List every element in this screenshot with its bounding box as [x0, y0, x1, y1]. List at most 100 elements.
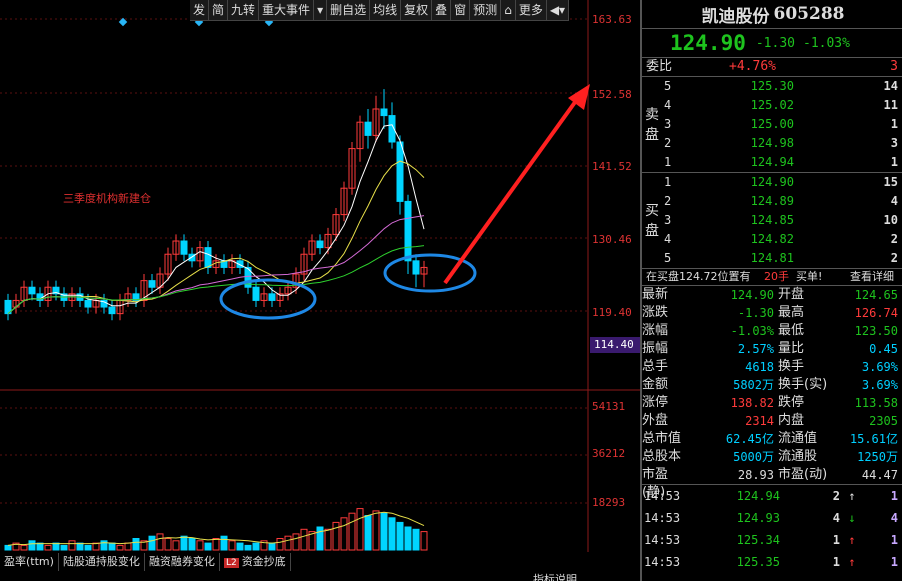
sell-level-volume: 11 [883, 98, 898, 112]
buy-level-price: 124.82 [750, 232, 794, 246]
tab-fund-bottom[interactable]: L2 资金抄底 [220, 553, 291, 571]
stats-table: 最新 124.90 开盘 124.65 涨跌 -1.30 最高 126.74 涨幅 -1.03% 最… [642, 286, 902, 500]
price-axis-label: 152.58 [592, 88, 632, 101]
buy-level-price: 124.81 [750, 251, 794, 265]
toolbar-btn-ma[interactable]: 均线 [370, 0, 402, 20]
toolbar-dropdown-icon[interactable]: ▾ [314, 0, 328, 20]
volume-bar [76, 542, 84, 551]
stat-row: 振幅 2.57% 量比 0.45 [642, 340, 902, 358]
volume-bar [404, 526, 412, 551]
toolbar-btn-fa[interactable]: 发 [190, 0, 210, 20]
stat-row: 总股本 5000万 流通股 1250万 [642, 448, 902, 466]
weibi-label: 委比 [646, 59, 673, 74]
candle-body [204, 247, 212, 268]
sell-level[interactable]: 5 125.30 14 [662, 77, 902, 96]
stat-value: 4618 [745, 360, 774, 374]
l2-badge: L2 [223, 558, 239, 568]
tab-pe-ttm[interactable]: 盈率(ttm) [0, 553, 59, 571]
tick-price: 125.35 [736, 555, 780, 569]
stat-label: 跌停 [778, 395, 805, 410]
sell-level-index: 2 [664, 136, 672, 150]
volume-bar [84, 544, 92, 551]
price-change: -1.30 [755, 35, 795, 51]
volume-bar [36, 542, 44, 551]
toolbar-btn-forecast[interactable]: 预测 [470, 0, 502, 20]
candle-body [396, 141, 404, 202]
sell-level-price: 125.02 [750, 98, 794, 112]
tab-northbound-holding[interactable]: 陆股通持股变化 [59, 553, 145, 571]
volume-axis-label: 36212 [592, 447, 626, 460]
kline-chart-area[interactable]: 发 简 九转 重大事件 ▾ 删自选 均线 复权 叠 窗 预测 ⌂ 更多 ◀▾ 1… [0, 0, 640, 581]
buy-level-volume: 4 [890, 194, 898, 208]
stat-row: 外盘 2314 内盘 2305 [642, 412, 902, 430]
stat-value: 2314 [745, 414, 774, 428]
stat-label: 流通值 [778, 431, 818, 446]
tick-price: 124.94 [736, 489, 780, 503]
stat-label: 最低 [778, 323, 805, 338]
buy-level[interactable]: 2 124.89 4 [662, 192, 902, 211]
chart-annotation: 三季度机构新建仓 [63, 192, 151, 205]
toolbar-btn-major-events[interactable]: 重大事件 [259, 0, 315, 20]
tick-count: 1 [890, 555, 898, 569]
stat-value: 124.90 [730, 288, 774, 302]
tick-row: 14:53 124.93 4 ↓ 4 [642, 507, 902, 529]
sell-level[interactable]: 3 125.00 1 [662, 115, 902, 134]
volume-bar [412, 528, 420, 551]
indicator-help-link[interactable]: 指标说明 [533, 571, 577, 581]
sell-level[interactable]: 4 125.02 11 [662, 96, 902, 115]
sell-level-index: 4 [664, 98, 672, 112]
volume-bar [268, 542, 276, 551]
buy-level[interactable]: 1 124.90 15 [662, 173, 902, 192]
buy-level[interactable]: 5 124.81 2 [662, 249, 902, 268]
weibi-row: 委比 +4.76% 3 [642, 57, 902, 76]
sell-level-price: 124.98 [750, 136, 794, 150]
stock-name: 凯迪股份 [701, 6, 770, 27]
arrow-up-icon: ↑ [848, 555, 856, 569]
sell-level-price: 124.94 [750, 155, 794, 169]
toolbar-nav-arrows-icon[interactable]: ◀▾ [547, 0, 570, 20]
toolbar-btn-more[interactable]: 更多 [516, 0, 547, 20]
toolbar-btn-remove-watchlist[interactable]: 删自选 [327, 0, 371, 20]
candle-body [252, 286, 260, 301]
volume-bar [244, 544, 252, 551]
stock-code: 605288 [773, 4, 845, 24]
stat-value: 28.93 [737, 468, 774, 482]
stock-header: 凯迪股份 605288 [642, 0, 902, 28]
volume-bar [156, 533, 164, 551]
tick-list[interactable]: 14:53 124.94 2 ↑ 1 14:53 124.93 4 ↓ 4 14:53 125.34 1… [642, 484, 902, 573]
volume-bar [356, 508, 364, 551]
sell-label-char: 卖 [645, 106, 659, 123]
sell-level-volume: 1 [890, 117, 898, 131]
tick-row: 14:53 124.94 2 ↑ 1 [642, 485, 902, 507]
sell-level[interactable]: 1 124.94 1 [662, 153, 902, 172]
volume-bar [236, 542, 244, 551]
volume-bar [52, 542, 60, 551]
toolbar-btn-window[interactable]: 窗 [451, 0, 471, 20]
volume-bar [212, 538, 220, 551]
volume-bar [300, 528, 308, 551]
toolbar-btn-jiuzhuan[interactable]: 九转 [228, 0, 260, 20]
volume-bar [20, 544, 28, 551]
toolbar-btn-overlay[interactable]: 叠 [432, 0, 452, 20]
sell-label-char: 盘 [645, 126, 659, 143]
stat-value: 138.82 [730, 396, 774, 410]
buy-level[interactable]: 3 124.85 10 [662, 211, 902, 230]
toolbar-btn-jian[interactable]: 简 [209, 0, 229, 20]
buy-label-char: 盘 [645, 222, 659, 239]
tick-time: 14:53 [644, 511, 681, 525]
tab-margin-trading[interactable]: 融资融券变化 [145, 553, 220, 571]
lock-icon[interactable]: ⌂ [501, 0, 516, 20]
candle-body [404, 200, 412, 262]
tick-count: 1 [890, 533, 898, 547]
stat-label: 涨跌 [642, 305, 669, 320]
stat-label: 市盈(动) [778, 467, 828, 482]
view-detail-link[interactable]: 查看详细 [850, 269, 894, 285]
stat-label: 市盈(静) [642, 467, 669, 500]
toolbar-btn-adjust[interactable]: 复权 [401, 0, 433, 20]
buy-level-index: 4 [664, 232, 672, 246]
sell-level[interactable]: 2 124.98 3 [662, 134, 902, 153]
volume-bar [124, 542, 132, 551]
buy-level[interactable]: 4 124.82 2 [662, 230, 902, 249]
stat-row: 总手 4618 换手 3.69% [642, 358, 902, 376]
volume-bar [60, 544, 68, 551]
